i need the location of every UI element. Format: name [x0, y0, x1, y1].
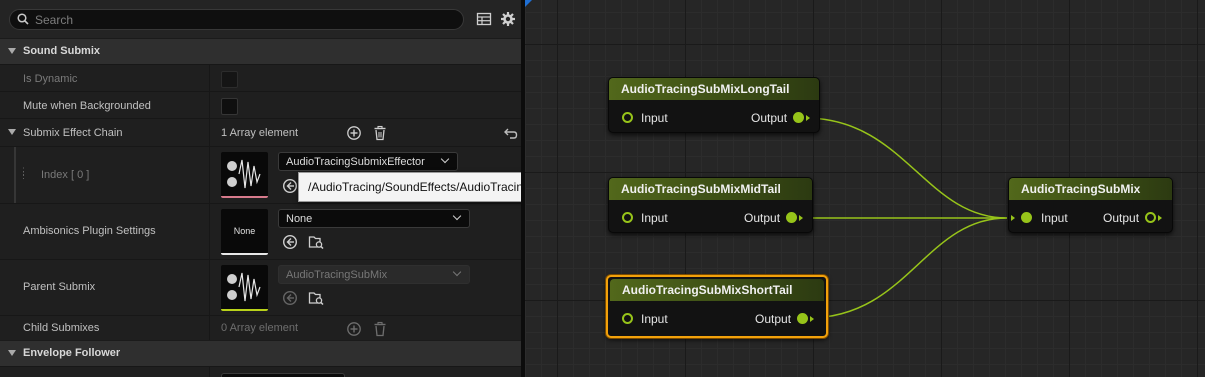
table-view-icon[interactable] — [476, 11, 492, 27]
search-input[interactable] — [35, 11, 455, 28]
search-icon — [17, 13, 29, 25]
graph-node-audiotracingsubmix[interactable]: AudioTracingSubMix Input Output — [1008, 177, 1173, 233]
is-dynamic-checkbox[interactable] — [221, 71, 238, 88]
input-pin[interactable] — [622, 313, 633, 324]
output-pin[interactable] — [1145, 212, 1156, 223]
category-label: Envelope Follower — [23, 347, 121, 359]
collapse-arrow-icon[interactable] — [8, 350, 16, 356]
input-pin-label: Input — [641, 111, 668, 125]
parent-submix-combo: AudioTracingSubMix — [278, 265, 470, 284]
property-label: Mute when Backgrounded — [23, 100, 151, 112]
property-label: Submix Effect Chain — [23, 127, 123, 139]
add-element-icon[interactable] — [346, 125, 362, 141]
expand-arrow-icon[interactable] — [8, 129, 16, 135]
collapse-arrow-icon[interactable] — [8, 48, 16, 54]
node-title: AudioTracingSubMix — [1021, 182, 1141, 196]
use-selected-asset-icon[interactable] — [282, 178, 298, 194]
property-label: Child Submixes — [23, 322, 100, 334]
browse-asset-icon[interactable] — [308, 290, 324, 306]
ambisonics-combo[interactable]: None — [278, 209, 470, 228]
property-row-mute-when-backgrounded: Mute when Backgrounded — [0, 91, 521, 118]
property-row-partial — [0, 366, 521, 377]
ambisonics-thumbnail[interactable]: None — [221, 209, 268, 255]
node-title: AudioTracingSubMixShortTail — [622, 283, 793, 297]
mute-when-backgrounded-checkbox[interactable] — [221, 98, 238, 115]
input-pin-label: Input — [641, 211, 668, 225]
property-label: Is Dynamic — [23, 73, 78, 85]
asset-path-tooltip: /AudioTracing/SoundEffects/AudioTracingS… — [298, 172, 521, 202]
chevron-down-icon — [440, 154, 450, 164]
property-label: Parent Submix — [23, 281, 96, 293]
trash-icon[interactable] — [372, 125, 388, 141]
property-label: Index [ 0 ] — [41, 169, 90, 181]
search-box[interactable] — [9, 9, 464, 30]
trash-icon — [374, 321, 386, 337]
output-pin-label: Output — [751, 111, 788, 125]
drag-handle-icon[interactable]: ⋮ ⋮ — [19, 167, 28, 180]
property-row-child-submixes: Child Submixes 0 Array element — [0, 315, 521, 340]
output-pin[interactable] — [786, 212, 797, 223]
chevron-down-icon — [452, 267, 462, 277]
node-title: AudioTracingSubMixLongTail — [621, 82, 790, 96]
category-label: Sound Submix — [23, 45, 100, 57]
input-pin[interactable] — [1021, 212, 1032, 223]
input-pin-label: Input — [1041, 211, 1068, 225]
effect-asset-thumbnail[interactable] — [221, 152, 268, 198]
input-pin-label: Input — [641, 312, 668, 326]
property-row-is-dynamic: Is Dynamic — [0, 64, 521, 91]
sound-wave-icon — [227, 272, 261, 302]
array-count: 0 Array element — [221, 322, 299, 334]
details-panel: Sound Submix Is Dynamic Mute when Backgr… — [0, 0, 521, 377]
search-bar — [0, 0, 521, 38]
node-title: AudioTracingSubMixMidTail — [621, 182, 781, 196]
output-pin[interactable] — [797, 313, 808, 324]
input-pin[interactable] — [622, 112, 633, 123]
chevron-down-icon — [452, 211, 462, 221]
add-element-icon — [347, 322, 361, 336]
property-label: Ambisonics Plugin Settings — [23, 225, 156, 237]
use-selected-asset-icon — [282, 290, 298, 306]
sound-wave-icon — [227, 159, 261, 189]
output-pin-label: Output — [1103, 211, 1140, 225]
output-pin-label: Output — [755, 312, 792, 326]
graph-node-midtail[interactable]: AudioTracingSubMixMidTail Input Output — [608, 177, 813, 233]
browse-asset-icon[interactable] — [308, 234, 324, 250]
output-pin[interactable] — [793, 112, 804, 123]
category-envelope-follower[interactable]: Envelope Follower — [0, 340, 521, 366]
use-selected-asset-icon[interactable] — [282, 234, 298, 250]
input-pin[interactable] — [622, 212, 633, 223]
gear-icon[interactable] — [500, 11, 516, 27]
property-row-ambisonics-plugin-settings: Ambisonics Plugin Settings None None — [0, 203, 521, 259]
reset-to-default-icon[interactable] — [502, 126, 518, 142]
output-pin-label: Output — [744, 211, 781, 225]
graph-node-shorttail[interactable]: AudioTracingSubMixShortTail Input Output — [606, 275, 828, 338]
graph-node-longtail[interactable]: AudioTracingSubMixLongTail Input Output — [608, 77, 820, 133]
effect-asset-combo[interactable]: AudioTracingSubmixEffector — [278, 152, 458, 171]
property-row-parent-submix: Parent Submix AudioTracingSubMix — [0, 259, 521, 315]
property-row-submix-effect-chain: Submix Effect Chain 1 Array element — [0, 118, 521, 146]
category-sound-submix[interactable]: Sound Submix — [0, 38, 521, 64]
array-count: 1 Array element — [221, 127, 299, 139]
parent-submix-thumbnail[interactable] — [221, 265, 268, 311]
